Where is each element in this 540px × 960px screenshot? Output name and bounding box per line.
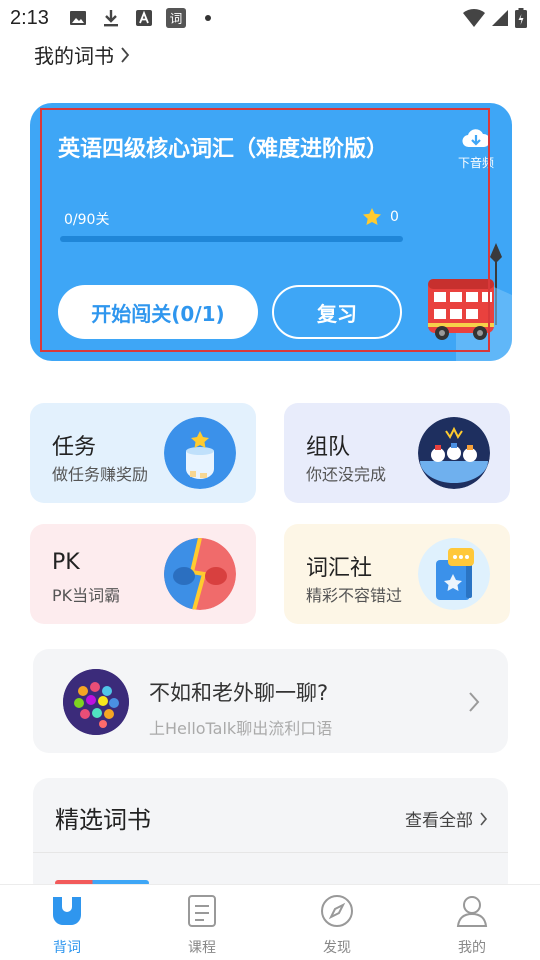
tab-label: 我的 xyxy=(458,940,486,956)
hellotalk-logo-icon xyxy=(63,669,129,735)
boxing-gloves-icon xyxy=(164,538,236,610)
cloud-download-icon xyxy=(462,129,491,148)
book-card[interactable]: 英语四级核心词汇（难度进阶版） 下音频 0/90关 0 开始闯关(0/1) 复习 xyxy=(30,103,512,361)
download-icon xyxy=(104,10,118,27)
compass-icon xyxy=(321,895,353,927)
course-icon xyxy=(188,895,216,927)
view-all-label: 查看全部 xyxy=(405,811,473,831)
level-progress-bar xyxy=(60,236,403,242)
tile-subtitle: 精彩不容错过 xyxy=(306,586,403,605)
gallery-icon xyxy=(70,11,86,25)
star-count-value: 0 xyxy=(390,209,399,225)
recite-icon xyxy=(53,897,81,925)
tab-label: 课程 xyxy=(188,940,216,956)
app-icon: 词 xyxy=(166,8,186,28)
divider xyxy=(33,852,508,853)
notification-dot xyxy=(205,15,211,21)
chevron-right-icon xyxy=(480,811,488,826)
level-progress-text: 0/90关 xyxy=(64,212,110,228)
tab-discover[interactable]: 发现 xyxy=(297,893,377,957)
tile-title: 任务 xyxy=(52,435,97,460)
bottom-navigation: 背词 课程 发现 我的 xyxy=(0,884,540,960)
tab-recite[interactable]: 背词 xyxy=(27,893,107,957)
battery-icon xyxy=(515,8,527,28)
tab-label: 发现 xyxy=(323,940,351,956)
chevron-right-icon xyxy=(469,692,480,712)
font-icon xyxy=(136,10,152,26)
london-bus-illustration xyxy=(428,243,512,361)
vocab-club-tile[interactable]: 词汇社 精彩不容错过 xyxy=(284,524,510,624)
hellotalk-banner[interactable]: 不如和老外聊一聊? 上HelloTalk聊出流利口语 xyxy=(33,649,508,753)
tab-course[interactable]: 课程 xyxy=(162,893,242,957)
download-audio-label: 下音频 xyxy=(457,156,494,170)
status-bar: 2:13 词 xyxy=(0,0,540,36)
task-jar-icon xyxy=(164,417,236,489)
wifi-icon xyxy=(463,8,485,27)
star-count: 0 xyxy=(362,207,399,227)
banner-subtitle: 上HelloTalk聊出流利口语 xyxy=(149,719,333,738)
tile-subtitle: PK当词霸 xyxy=(52,586,121,605)
pk-tile[interactable]: PK PK当词霸 xyxy=(30,524,256,624)
tab-label: 背词 xyxy=(53,940,81,956)
start-level-button[interactable]: 开始闯关(0/1) xyxy=(58,285,258,339)
tab-profile[interactable]: 我的 xyxy=(432,893,512,957)
team-icon xyxy=(418,417,490,489)
tile-subtitle: 做任务赚奖励 xyxy=(52,465,149,484)
featured-books-title: 精选词书 xyxy=(55,806,151,834)
download-audio-button[interactable]: 下音频 xyxy=(450,127,502,171)
book-title: 英语四级核心词汇（难度进阶版） xyxy=(58,137,389,162)
signal-icon xyxy=(492,10,508,26)
view-all-link[interactable]: 查看全部 xyxy=(405,806,488,831)
tile-title: PK xyxy=(52,550,80,575)
my-book-label: 我的词书 xyxy=(34,44,114,68)
tile-title: 词汇社 xyxy=(306,556,373,581)
task-tile[interactable]: 任务 做任务赚奖励 xyxy=(30,403,256,503)
chevron-right-icon xyxy=(121,46,130,63)
svg-text:词: 词 xyxy=(170,11,183,26)
star-icon xyxy=(363,208,381,225)
profile-icon xyxy=(456,896,488,927)
club-book-icon xyxy=(418,538,490,610)
status-time: 2:13 xyxy=(10,7,49,29)
featured-books-section: 精选词书 查看全部 xyxy=(33,778,508,898)
tile-title: 组队 xyxy=(306,435,351,460)
review-button[interactable]: 复习 xyxy=(272,285,402,339)
banner-title: 不如和老外聊一聊? xyxy=(149,681,329,705)
my-book-link[interactable]: 我的词书 xyxy=(34,40,130,69)
team-tile[interactable]: 组队 你还没完成 xyxy=(284,403,510,503)
tile-subtitle: 你还没完成 xyxy=(306,465,387,484)
